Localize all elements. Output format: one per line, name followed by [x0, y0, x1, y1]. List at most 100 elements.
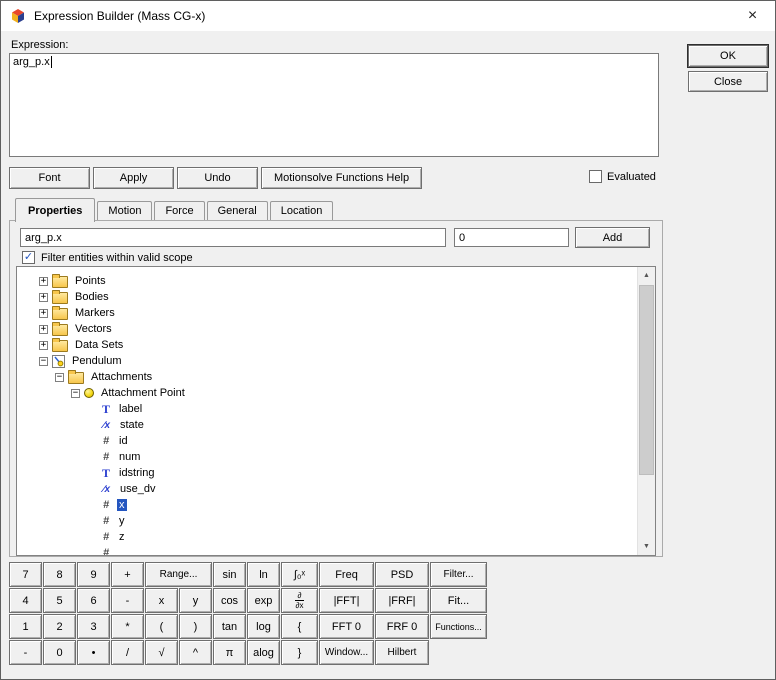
keypad-button-seven[interactable]: 7: [9, 562, 42, 587]
expression-text: arg_p.x: [13, 56, 50, 68]
tree-item-label[interactable]: Tlabel: [17, 401, 638, 417]
tree-item-label: num: [117, 451, 142, 463]
keypad-button-y[interactable]: y: [179, 588, 212, 613]
keypad-button-exp[interactable]: exp: [247, 588, 280, 613]
keypad-button-close-paren[interactable]: ): [179, 614, 212, 639]
tab-general[interactable]: General: [207, 201, 268, 220]
tree-item-attachment-point[interactable]: −Attachment Point: [17, 385, 638, 401]
keypad-button-three[interactable]: 3: [77, 614, 110, 639]
keypad-button-two[interactable]: 2: [43, 614, 76, 639]
evaluated-checkbox[interactable]: [589, 170, 602, 183]
keypad-button-five[interactable]: 5: [43, 588, 76, 613]
tree-item-use-dv[interactable]: ∕xuse_dv: [17, 481, 638, 497]
tree-item-points[interactable]: +Points: [17, 273, 638, 289]
keypad-button-log[interactable]: log: [247, 614, 280, 639]
filter-scope-checkbox[interactable]: ✓: [22, 251, 35, 264]
tree-item-idstring[interactable]: Tidstring: [17, 465, 638, 481]
apply-button[interactable]: Apply: [93, 167, 174, 189]
window-close-button[interactable]: ×: [730, 1, 775, 31]
keypad-button-tan[interactable]: tan: [213, 614, 246, 639]
scroll-down-button[interactable]: ▼: [638, 538, 655, 555]
collapse-icon[interactable]: −: [55, 373, 64, 382]
keypad-button-ln[interactable]: ln: [247, 562, 280, 587]
keypad-button-fft-0[interactable]: FFT 0: [319, 614, 374, 639]
close-button[interactable]: Close: [688, 71, 768, 92]
undo-button[interactable]: Undo: [177, 167, 258, 189]
keypad-button-range[interactable]: Range...: [145, 562, 212, 587]
keypad-button-sqrt[interactable]: √: [145, 640, 178, 665]
scroll-up-button[interactable]: ▲: [638, 267, 655, 284]
keypad-button-nine[interactable]: 9: [77, 562, 110, 587]
keypad-button-plus[interactable]: +: [111, 562, 144, 587]
keypad-button-x[interactable]: x: [145, 588, 178, 613]
keypad-button-minus[interactable]: -: [111, 588, 144, 613]
keypad-button-negate[interactable]: -: [9, 640, 42, 665]
tree-item-label: Data Sets: [73, 339, 125, 351]
scrollbar-thumb[interactable]: [639, 285, 654, 475]
tree-item-markers[interactable]: +Markers: [17, 305, 638, 321]
tree-item-vectors[interactable]: +Vectors: [17, 321, 638, 337]
keypad-button-decimal-point[interactable]: •: [77, 640, 110, 665]
keypad-button-sin[interactable]: sin: [213, 562, 246, 587]
expand-icon[interactable]: +: [39, 277, 48, 286]
tab-location[interactable]: Location: [270, 201, 334, 220]
expression-textarea[interactable]: arg_p.x: [9, 53, 659, 157]
keypad-button-one[interactable]: 1: [9, 614, 42, 639]
add-button[interactable]: Add: [575, 227, 650, 248]
expand-icon[interactable]: +: [39, 309, 48, 318]
property-expression-input[interactable]: [20, 228, 446, 247]
keypad-button-hilbert[interactable]: Hilbert: [375, 640, 429, 665]
tree-item-id[interactable]: #id: [17, 433, 638, 449]
keypad-button-alog[interactable]: alog: [247, 640, 280, 665]
motionsolve-functions-help-button[interactable]: Motionsolve Functions Help: [261, 167, 422, 189]
keypad-button-divide[interactable]: /: [111, 640, 144, 665]
tree-item-clipped[interactable]: #: [17, 545, 638, 556]
keypad-button-six[interactable]: 6: [77, 588, 110, 613]
expand-icon[interactable]: +: [39, 341, 48, 350]
expand-icon[interactable]: +: [39, 325, 48, 334]
keypad-button-window[interactable]: Window...: [319, 640, 374, 665]
tree-item-state[interactable]: ∕xstate: [17, 417, 638, 433]
keypad-button-fft-magnitude[interactable]: |FFT|: [319, 588, 374, 613]
keypad-button-multiply[interactable]: *: [111, 614, 144, 639]
keypad-button-zero[interactable]: 0: [43, 640, 76, 665]
keypad-button-freq[interactable]: Freq: [319, 562, 374, 587]
down-arrow-icon: ▼: [643, 543, 650, 550]
collapse-icon[interactable]: −: [71, 389, 80, 398]
tree-item-pendulum[interactable]: −Pendulum: [17, 353, 638, 369]
keypad-button-pi[interactable]: π: [213, 640, 246, 665]
keypad-button-psd[interactable]: PSD: [375, 562, 429, 587]
font-button[interactable]: Font: [9, 167, 90, 189]
tree-item-num[interactable]: #num: [17, 449, 638, 465]
keypad-button-fit[interactable]: Fit...: [430, 588, 487, 613]
keypad-button-eight[interactable]: 8: [43, 562, 76, 587]
entity-tree: +Points+Bodies+Markers+Vectors+Data Sets…: [16, 266, 656, 556]
value-input[interactable]: [454, 228, 569, 247]
tab-properties[interactable]: Properties: [15, 198, 95, 222]
tree-item-data-sets[interactable]: + Data Sets: [17, 337, 638, 353]
tree-item-label: state: [118, 419, 146, 431]
tree-item-bodies[interactable]: +Bodies: [17, 289, 638, 305]
keypad-button-open-paren[interactable]: (: [145, 614, 178, 639]
keypad-button-partial-derivative[interactable]: ∂∂x: [281, 588, 318, 613]
keypad-button-filter[interactable]: Filter...: [430, 562, 487, 587]
keypad-button-functions[interactable]: Functions...: [430, 614, 487, 639]
tree-item-z[interactable]: #z: [17, 529, 638, 545]
expand-icon[interactable]: +: [39, 293, 48, 302]
ok-button[interactable]: OK: [688, 45, 768, 67]
keypad-button-integral[interactable]: ∫₀ˣ: [281, 562, 318, 587]
tree-item-x[interactable]: #x: [17, 497, 638, 513]
collapse-icon[interactable]: −: [39, 357, 48, 366]
tree-scrollbar[interactable]: ▲ ▼: [637, 267, 655, 555]
tree-item-y[interactable]: #y: [17, 513, 638, 529]
tab-motion[interactable]: Motion: [97, 201, 152, 220]
keypad-button-cos[interactable]: cos: [213, 588, 246, 613]
keypad-button-frf-magnitude[interactable]: |FRF|: [375, 588, 429, 613]
keypad-button-four[interactable]: 4: [9, 588, 42, 613]
tab-force[interactable]: Force: [154, 201, 204, 220]
keypad-button-open-brace[interactable]: {: [281, 614, 318, 639]
tree-item-attachments[interactable]: −Attachments: [17, 369, 638, 385]
keypad-button-power[interactable]: ^: [179, 640, 212, 665]
keypad-button-frf-0[interactable]: FRF 0: [375, 614, 429, 639]
keypad-button-close-brace[interactable]: }: [281, 640, 318, 665]
